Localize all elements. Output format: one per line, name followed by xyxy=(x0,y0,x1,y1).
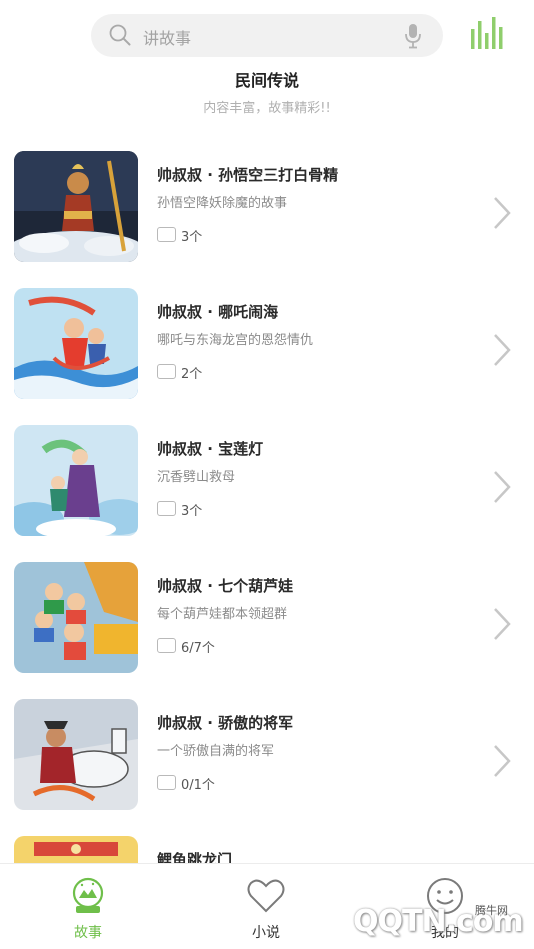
chevron-right-icon xyxy=(494,471,511,503)
story-cover-image xyxy=(14,836,138,863)
tab-label: 小说 xyxy=(252,925,280,941)
story-item[interactable]: 帅叔叔 · 哪吒闹海 哪吒与东海龙宫的恩怨情仇 2个 xyxy=(0,275,534,412)
episode-count-text: 2个 xyxy=(181,367,203,382)
story-cover-image xyxy=(14,288,138,399)
top-bar: 讲故事 xyxy=(0,0,534,64)
story-description: 每个葫芦娃都本领超群 xyxy=(157,607,288,622)
search-placeholder: 讲故事 xyxy=(143,29,192,48)
episode-count-text: 3个 xyxy=(181,504,203,519)
story-description: 哪吒与东海龙宫的恩怨情仇 xyxy=(157,333,314,348)
story-title: 帅叔叔 · 孙悟空三打白骨精 xyxy=(157,166,339,184)
story-cover-image xyxy=(14,699,138,810)
story-title: 鲤鱼跳龙门 xyxy=(157,851,233,863)
episode-count-text: 0/1个 xyxy=(181,778,215,793)
folder-icon xyxy=(157,227,176,242)
chevron-right-icon xyxy=(494,608,511,640)
tab-stories[interactable]: 故事 xyxy=(28,864,148,949)
microphone-icon[interactable] xyxy=(403,23,423,49)
section-subtitle: 内容丰富，故事精彩!! xyxy=(203,101,331,116)
chevron-right-icon xyxy=(494,334,511,366)
folder-icon xyxy=(157,775,176,790)
episode-count-text: 6/7个 xyxy=(181,641,215,656)
search-bar[interactable]: 讲故事 xyxy=(91,14,443,57)
story-description: 一个骄傲自满的将军 xyxy=(157,744,275,759)
folder-icon xyxy=(157,364,176,379)
story-title: 帅叔叔 · 骄傲的将军 xyxy=(157,714,294,732)
story-item[interactable]: 帅叔叔 · 孙悟空三打白骨精 孙悟空降妖除魔的故事 3个 xyxy=(0,138,534,275)
story-description: 沉香劈山救母 xyxy=(157,470,236,485)
story-item[interactable]: 鲤鱼跳龙门 xyxy=(0,823,534,863)
chevron-right-icon xyxy=(494,745,511,777)
section-heading: 民间传说 内容丰富，故事精彩!! xyxy=(0,70,534,118)
story-cover-image xyxy=(14,562,138,673)
tab-novels[interactable]: 小说 xyxy=(206,864,326,949)
story-title: 帅叔叔 · 宝莲灯 xyxy=(157,440,264,458)
story-title: 帅叔叔 · 哪吒闹海 xyxy=(157,303,279,321)
watermark: QQTN.com 腾牛网 xyxy=(325,884,530,944)
chevron-right-icon xyxy=(494,197,511,229)
folder-icon xyxy=(157,638,176,653)
story-item[interactable]: 帅叔叔 · 七个葫芦娃 每个葫芦娃都本领超群 6/7个 xyxy=(0,549,534,686)
story-list: 帅叔叔 · 孙悟空三打白骨精 孙悟空降妖除魔的故事 3个 帅叔叔 · 哪吒闹海 xyxy=(0,138,534,863)
section-title: 民间传说 xyxy=(234,71,299,90)
story-cover-image xyxy=(14,425,138,536)
heart-icon xyxy=(247,879,285,913)
tab-label: 故事 xyxy=(74,925,102,941)
story-cover-image xyxy=(14,151,138,262)
search-icon xyxy=(109,24,131,46)
story-title: 帅叔叔 · 七个葫芦娃 xyxy=(157,577,294,595)
episode-count-text: 3个 xyxy=(181,230,203,245)
story-item[interactable]: 帅叔叔 · 骄傲的将军 一个骄傲自满的将军 0/1个 xyxy=(0,686,534,823)
folder-icon xyxy=(157,501,176,516)
snow-globe-icon xyxy=(72,877,104,913)
story-item[interactable]: 帅叔叔 · 宝莲灯 沉香劈山救母 3个 xyxy=(0,412,534,549)
playing-equalizer-icon[interactable] xyxy=(470,17,504,49)
watermark-subtext: 腾牛网 xyxy=(475,904,508,917)
story-description: 孙悟空降妖除魔的故事 xyxy=(157,196,288,211)
